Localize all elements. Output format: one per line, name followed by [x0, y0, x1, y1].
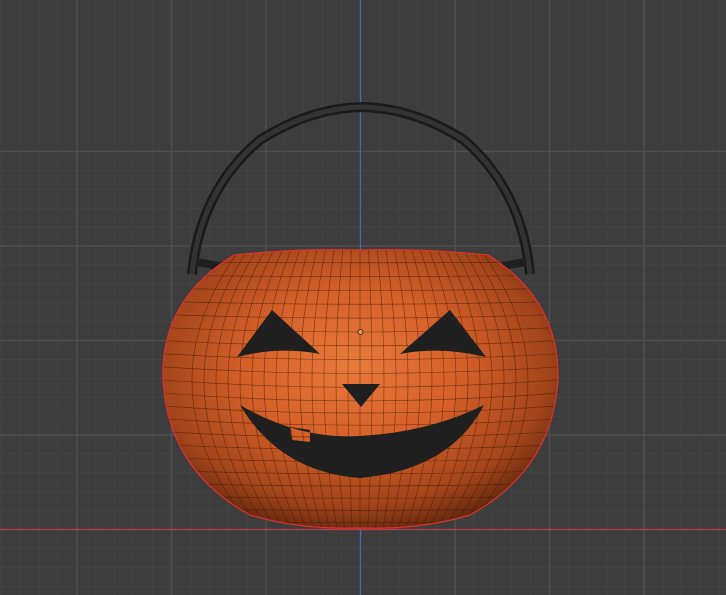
viewport-canvas[interactable]	[0, 0, 726, 595]
3d-viewport[interactable]	[0, 0, 726, 595]
object-origin-icon[interactable]	[357, 329, 364, 335]
